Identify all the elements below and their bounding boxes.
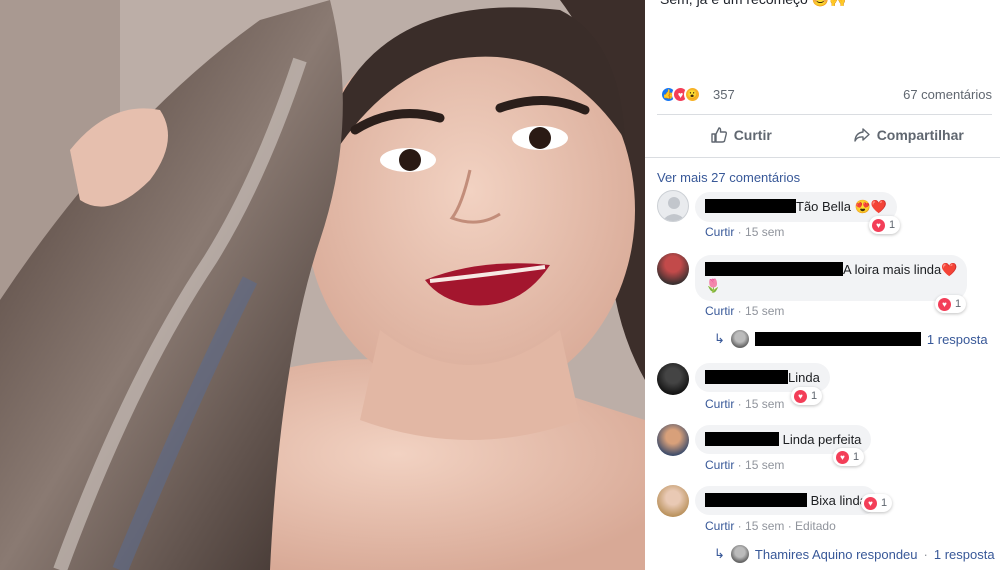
reply-count: 1 resposta [933,546,995,562]
replies-link[interactable]: ↳ Thamires Aquino respondeu · 1 resposta [714,545,995,563]
divider [657,114,992,115]
avatar[interactable] [657,485,689,517]
share-arrow-icon [853,128,870,142]
avatar [730,545,749,563]
comment-meta: Curtir · 15 sem [705,225,785,239]
comment-like-link[interactable]: Curtir [705,458,734,472]
comment-like-link[interactable]: Curtir [705,519,734,533]
comment-reactions-badge[interactable]: ♥ 1 [861,494,893,512]
post-side-panel: Sem, já é um recomeço 😊🙌 👍 ♥ 😮 357 67 co… [645,0,1000,570]
reactions-summary[interactable]: 👍 ♥ 😮 [660,86,701,103]
comment-text: Linda perfeita [782,432,862,447]
post-photo[interactable] [0,0,645,570]
comment-time[interactable]: 15 sem [745,458,784,472]
redacted-name [705,432,779,446]
reply-author: Thamires Aquino respondeu [754,546,918,562]
comment-reactions-badge[interactable]: ♥ 1 [833,448,865,466]
love-reaction-icon: ♥ [864,496,877,510]
default-avatar-icon [662,197,686,221]
comment-reactions-badge[interactable]: ♥ 1 [869,216,901,234]
post-caption: Sem, já é um recomeço 😊🙌 [660,0,847,8]
post-actions: Curtir Compartilhar [657,118,992,152]
comment-text: A loira mais linda❤️ [843,262,958,277]
comment-meta: Curtir · 15 sem [705,397,785,411]
redacted-name [754,332,921,346]
redacted-name [705,493,807,507]
comment-text: Tão Bella 😍❤️ [796,199,887,214]
comment-meta: Curtir · 15 sem [705,458,785,472]
comment-time[interactable]: 15 sem [745,519,784,533]
reply-count: 1 resposta [926,331,988,347]
reaction-count: 1 [811,390,818,402]
love-reaction-icon: ♥ [836,450,849,464]
like-button-label: Curtir [733,127,772,143]
reactions-count[interactable]: 357 [713,87,735,102]
love-reaction-icon: ♥ [938,297,951,311]
comment-reactions-badge[interactable]: ♥ 1 [935,295,967,313]
avatar[interactable] [657,363,689,395]
comment-bubble: Tão Bella 😍❤️ [695,192,897,222]
wow-reaction-icon: 😮 [684,86,701,103]
comment-text: Bixa linda [810,493,867,508]
comment-text: Linda [788,370,820,385]
comment-time[interactable]: 15 sem [745,304,784,318]
reply-arrow-icon: ↳ [714,546,725,561]
redacted-name [705,199,796,213]
reply-arrow-icon: ↳ [714,331,725,346]
reaction-count: 1 [955,298,962,310]
avatar [730,330,749,348]
comments-count[interactable]: 67 comentários [903,87,992,102]
comment-emoji: 🌷 [705,278,722,293]
reaction-count: 1 [853,451,860,463]
like-button[interactable]: Curtir [657,118,825,152]
share-button[interactable]: Compartilhar [825,118,993,152]
share-button-label: Compartilhar [876,127,964,143]
comment-time[interactable]: 15 sem [745,225,784,239]
edited-label[interactable]: Editado [795,519,836,533]
love-reaction-icon: ♥ [872,218,885,232]
avatar[interactable] [657,190,689,222]
love-reaction-icon: ♥ [794,389,807,403]
view-more-comments-link[interactable]: Ver mais 27 comentários [657,170,800,185]
post-stats: 👍 ♥ 😮 357 67 comentários [660,85,992,105]
comment-reactions-badge[interactable]: ♥ 1 [791,387,823,405]
comment-time[interactable]: 15 sem [745,397,784,411]
comment-bubble: Bixa linda [695,486,877,515]
comment-meta: Curtir · 15 sem [705,304,785,318]
comment-meta: Curtir · 15 sem · Editado [705,519,836,533]
comment-like-link[interactable]: Curtir [705,397,734,411]
avatar[interactable] [657,253,689,285]
comment-bubble: A loira mais linda❤️ 🌷 [695,255,968,301]
reaction-count: 1 [881,497,888,509]
divider [645,157,1000,158]
replies-link[interactable]: ↳ 1 resposta [714,330,988,348]
reaction-count: 1 [889,219,896,231]
avatar[interactable] [657,424,689,456]
selfie-image [0,0,645,570]
redacted-name [705,370,788,384]
comment-like-link[interactable]: Curtir [705,304,734,318]
redacted-name [705,262,843,276]
comment-like-link[interactable]: Curtir [705,225,734,239]
thumbs-up-icon [710,127,727,143]
